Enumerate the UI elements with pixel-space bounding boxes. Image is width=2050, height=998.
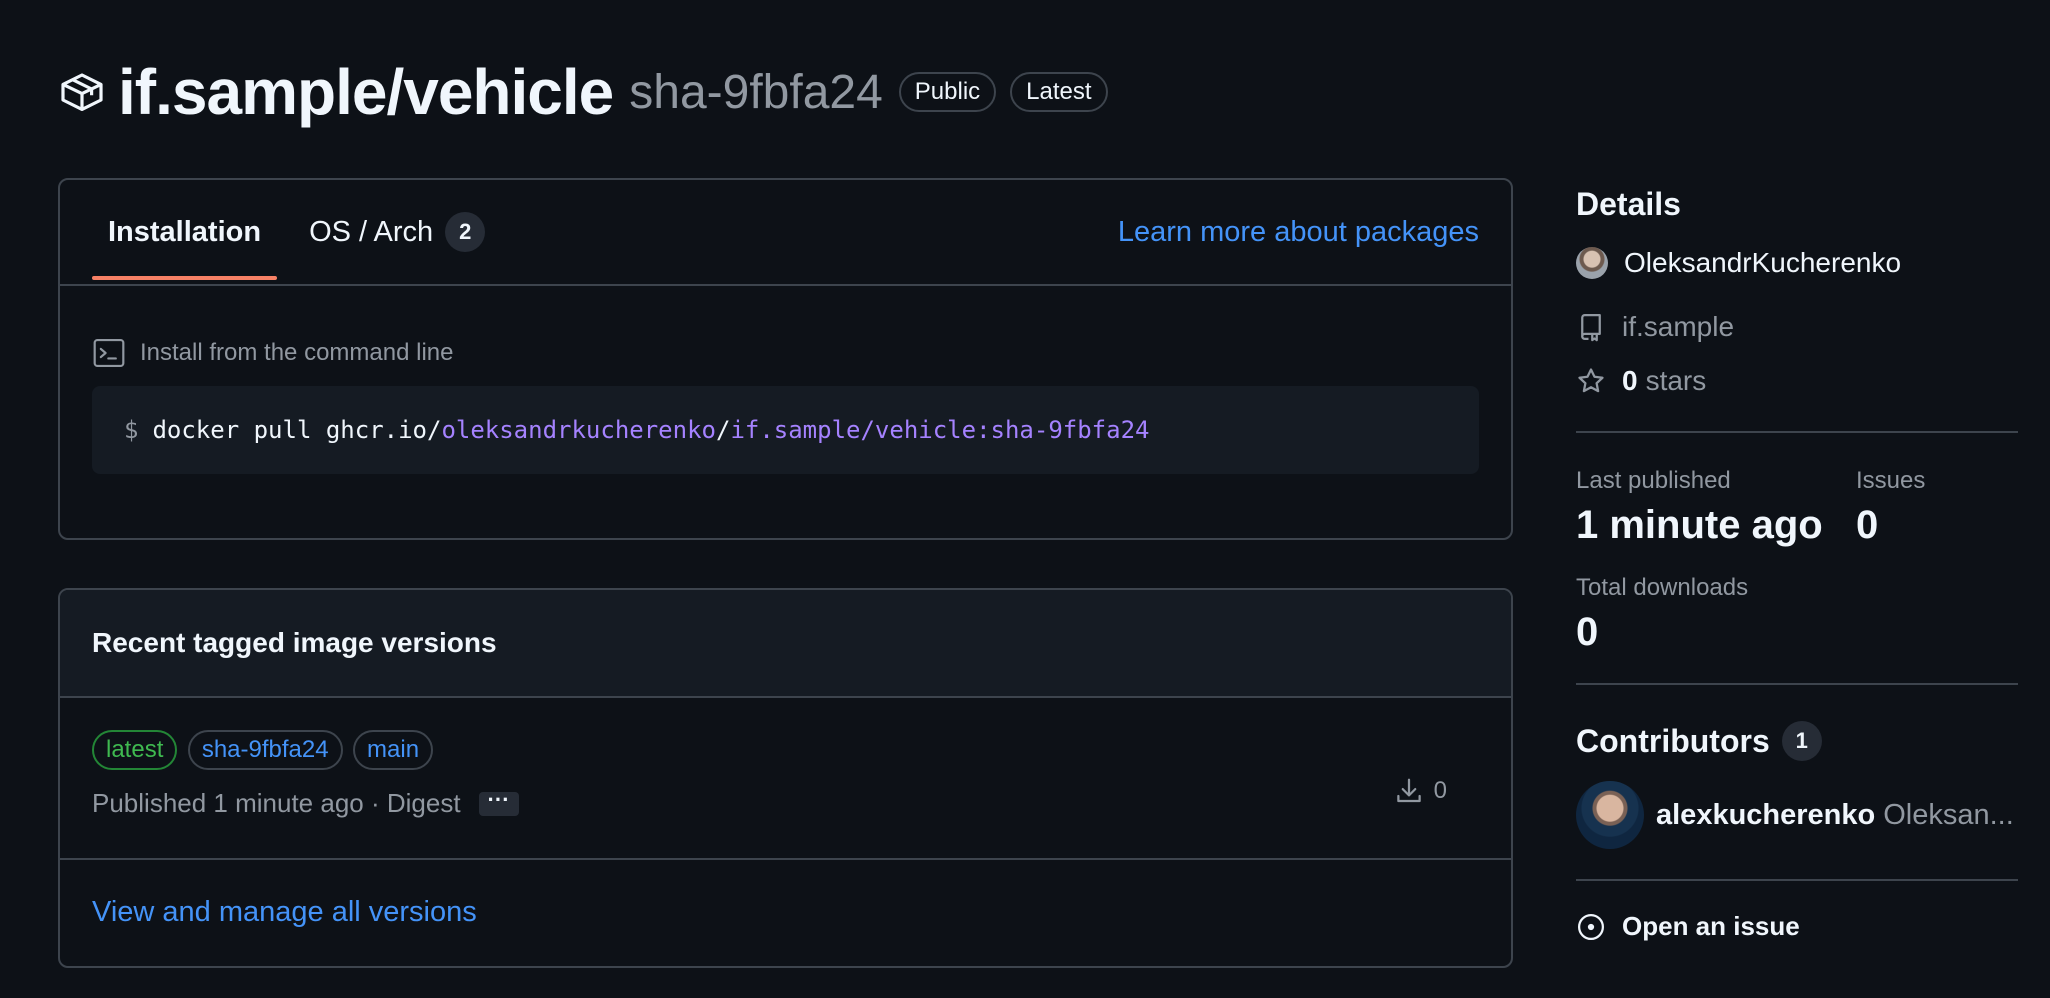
sidebar-divider — [1576, 431, 2018, 433]
stars-label: stars — [1645, 365, 1707, 396]
total-downloads-label: Total downloads — [1576, 574, 1749, 601]
contributor-item[interactable]: alexkucherenko Oleksan... — [1576, 781, 2018, 849]
package-icon — [61, 73, 103, 111]
tab-installation[interactable]: Installation — [92, 180, 278, 284]
issue-opened-icon — [1578, 913, 1604, 940]
owner-avatar — [1576, 247, 1608, 279]
owner-name: OleksandrKucherenko — [1624, 247, 1902, 278]
contributors-counter: 1 — [1781, 721, 1822, 761]
published-text: Published 1 minute ago · Digest — [92, 788, 461, 818]
contributor-avatar — [1576, 781, 1644, 849]
docker-command[interactable]: $ docker pull ghcr.io/oleksandrkucherenko… — [92, 386, 1479, 474]
command-line-heading: Install from the command line — [92, 338, 1479, 368]
package-name: if.sample/vehicle — [118, 56, 614, 128]
command-line-title: Install from the command line — [140, 339, 454, 366]
recent-versions-box: Recent tagged image versions latest sha-… — [58, 588, 1513, 968]
total-downloads-value: 0 — [1576, 610, 1599, 654]
version-downloads: 0 — [1394, 776, 1447, 806]
sidebar-divider — [1576, 683, 2018, 685]
tag-latest[interactable]: latest — [92, 730, 178, 770]
visibility-label: Public — [898, 72, 997, 112]
package-header: if.sample/vehicle sha-9fbfa24 Public Lat… — [58, 52, 1108, 132]
tag-sha[interactable]: sha-9fbfa24 — [187, 730, 343, 770]
command-owner: oleksandrkucherenko — [441, 416, 716, 444]
tag-main[interactable]: main — [353, 730, 434, 770]
sidebar-divider — [1576, 879, 2018, 881]
issues-stat: Issues 0 — [1856, 467, 1925, 548]
version-row: latest sha-9fbfa24 main Published 1 minu… — [60, 698, 1511, 860]
issues-value: 0 — [1856, 503, 1879, 547]
recent-versions-title: Recent tagged image versions — [60, 590, 1511, 698]
details-title: Details — [1576, 186, 1681, 222]
view-all-versions-link[interactable]: View and manage all versions — [60, 860, 1511, 964]
version-download-count: 0 — [1433, 777, 1447, 804]
last-published-stat: Last published 1 minute ago — [1576, 467, 1856, 548]
stars-count: 0 — [1622, 365, 1638, 396]
learn-more-link[interactable]: Learn more about packages — [1118, 180, 1479, 284]
package-version: sha-9fbfa24 — [629, 65, 883, 119]
contributors-heading: Contributors 1 — [1576, 721, 2018, 761]
install-body: Install from the command line $ docker pu… — [60, 286, 1511, 474]
publish-stats: Last published 1 minute ago Issues 0 — [1576, 467, 2018, 548]
total-downloads-stat: Total downloads 0 — [1576, 574, 2018, 655]
os-arch-counter: 2 — [445, 212, 486, 252]
open-issue-label: Open an issue — [1622, 911, 1800, 941]
star-icon — [1578, 368, 1604, 393]
repo-row[interactable]: if.sample — [1576, 311, 2018, 343]
command-part-pull: docker pull ghcr.io/ — [152, 416, 442, 444]
repo-icon — [1581, 314, 1601, 342]
command-prompt: $ — [124, 416, 139, 444]
tab-os-arch-label: OS / Arch — [309, 215, 434, 248]
terminal-icon — [93, 338, 125, 368]
command-image: if.sample/vehicle:sha-9fbfa24 — [730, 416, 1150, 444]
last-published-label: Last published — [1576, 467, 1731, 494]
installation-box: Installation OS / Arch 2 Learn more abou… — [58, 178, 1513, 540]
version-tags: latest sha-9fbfa24 main — [92, 730, 1511, 770]
contributor-login: alexkucherenko — [1656, 798, 1876, 831]
latest-label: Latest — [1010, 72, 1108, 112]
digest-expand-button[interactable]: ··· — [478, 788, 519, 816]
tab-bar: Installation OS / Arch 2 Learn more abou… — [60, 180, 1511, 286]
owner-row[interactable]: OleksandrKucherenko — [1576, 247, 2018, 279]
published-info: Published 1 minute ago · Digest ··· — [92, 788, 1511, 819]
open-issue-link[interactable]: Open an issue — [1576, 911, 2018, 942]
details-sidebar: Details OleksandrKucherenko if.sample 0 … — [1576, 178, 2018, 942]
repo-name: if.sample — [1622, 311, 1735, 342]
package-page: if.sample/vehicle sha-9fbfa24 Public Lat… — [0, 0, 2050, 998]
tab-os-arch[interactable]: OS / Arch 2 — [293, 180, 501, 284]
issues-label: Issues — [1856, 467, 1926, 494]
last-published-value: 1 minute ago — [1576, 503, 1823, 547]
command-slash: / — [715, 416, 731, 444]
download-icon — [1396, 778, 1421, 803]
contributor-name: Oleksan... — [1883, 798, 2014, 831]
tab-installation-label: Installation — [108, 215, 262, 248]
stars-row[interactable]: 0 stars — [1576, 365, 2018, 397]
contributors-title: Contributors — [1576, 722, 1770, 759]
